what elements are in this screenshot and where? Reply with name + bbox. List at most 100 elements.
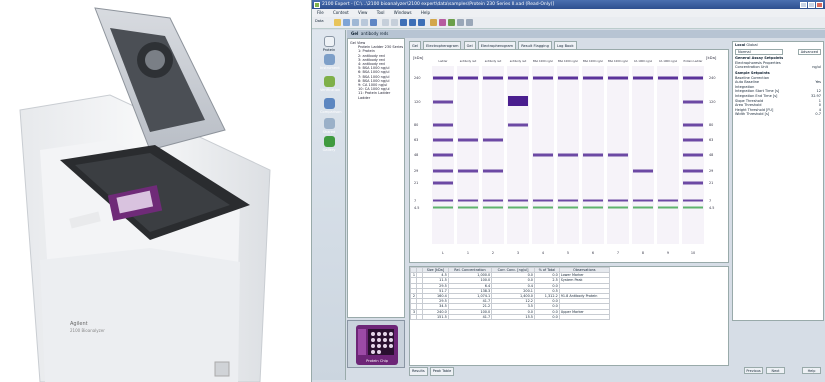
menu-file[interactable]: File	[317, 10, 324, 15]
protein-chip-icon: Protein Chip	[356, 325, 398, 365]
pause-icon[interactable]	[418, 19, 425, 26]
compare-icon[interactable]	[439, 19, 446, 26]
gel-lane[interactable]	[657, 66, 679, 244]
property-key: Concentration Unit	[735, 65, 768, 70]
tab-results[interactable]: Results	[409, 367, 428, 376]
menu-tool[interactable]: Tool	[377, 10, 385, 15]
property-row[interactable]: Width Threshold [s] 0.7	[735, 112, 821, 117]
property-value[interactable]: 0.7	[815, 112, 821, 117]
toolbar: Data	[312, 17, 825, 29]
stop-icon[interactable]	[409, 19, 416, 26]
lane-number: 7	[617, 251, 619, 255]
next-button[interactable]: Next	[766, 367, 785, 374]
table-cell: 0.0	[533, 313, 560, 321]
lane-header: BSA 1000 ng/ul	[558, 59, 578, 63]
model-label: 2100 Bioanalyzer	[70, 328, 105, 333]
tab-gel-2[interactable]: Gel	[463, 41, 476, 49]
tab-gel[interactable]: Gel	[409, 41, 421, 49]
export-icon[interactable]	[448, 19, 455, 26]
gel-lane[interactable]	[632, 66, 654, 244]
close-button[interactable]	[816, 1, 823, 8]
gel-view: [kDa] [kDa] Ladder Lantibody red 1 antibody…	[409, 49, 729, 263]
gel-band	[433, 199, 453, 202]
nav-shared[interactable]: Shared	[320, 118, 338, 134]
protein-icon	[323, 36, 335, 47]
tab-electropherogram-2[interactable]: Electropherogram	[477, 41, 517, 49]
gel-lane[interactable]	[507, 66, 529, 244]
ladder-size-label: 240	[414, 76, 420, 80]
gel-band	[608, 76, 628, 80]
property-row[interactable]: Concentration Unit ng/ul	[735, 65, 821, 70]
gel-band	[683, 169, 703, 173]
tab-local[interactable]: Local	[735, 43, 745, 47]
lane-header: CA 1000 ng/ul	[634, 59, 653, 63]
menu-help[interactable]: Help	[421, 10, 430, 15]
nav-verification[interactable]: Verification	[320, 76, 340, 92]
gel-lane[interactable]	[457, 66, 479, 244]
print-icon[interactable]	[352, 19, 359, 26]
right-unit-label: [kDa]	[706, 55, 717, 60]
nav-gallery[interactable]: Gallery	[320, 136, 338, 152]
ladder-size-label: 63	[414, 138, 418, 142]
chip-label: Protein Chip	[366, 359, 389, 363]
ladder-size-label: 120	[414, 100, 420, 104]
gel-lane[interactable]	[482, 66, 504, 244]
lane-number: 4	[542, 251, 544, 255]
left-unit-label: [kDa]	[413, 55, 424, 60]
minimize-button[interactable]	[800, 1, 807, 8]
filter-icon[interactable]	[430, 19, 437, 26]
settings-icon[interactable]	[457, 19, 464, 26]
menu-bar: File Context View Tool Windows Help	[312, 9, 825, 17]
sample-tree: Gel View Protein Ladder 230 Series II.xa…	[347, 38, 405, 318]
lane-header: antibody red	[460, 59, 477, 63]
nav-instrument[interactable]: Instrument	[320, 54, 340, 70]
gel-band	[683, 181, 703, 185]
gel-band	[433, 169, 453, 173]
nav-protein[interactable]: Protein	[320, 36, 338, 52]
file-tab-bar: Gel antibody reds	[347, 30, 825, 38]
mode-select[interactable]: Normal	[735, 48, 783, 56]
file-tab[interactable]: Gel	[351, 31, 358, 36]
ladder-size-label: 120	[709, 100, 715, 104]
lane-number: 6	[592, 251, 594, 255]
table-row[interactable]: 151.5 41.7 15.5 0.0	[410, 313, 611, 321]
nav-comparison[interactable]: Comparison	[320, 98, 342, 114]
gel-band	[633, 76, 653, 80]
help-icon[interactable]	[466, 19, 473, 26]
gel-band	[533, 153, 553, 157]
gel-band	[658, 76, 678, 80]
ladder-size-label: 4.5	[709, 206, 714, 210]
tab-log-book[interactable]: Log Book	[554, 41, 577, 49]
zoom-in-icon[interactable]	[382, 19, 389, 26]
gel-view-icon[interactable]	[370, 19, 377, 26]
col-corr-conc[interactable]: Corr. Conc. [ng/ul]	[491, 267, 535, 274]
menu-windows[interactable]: Windows	[394, 10, 412, 15]
open-icon[interactable]	[334, 19, 341, 26]
property-value[interactable]: Yes	[815, 80, 821, 85]
zoom-out-icon[interactable]	[391, 19, 398, 26]
advanced-button[interactable]: Advanced	[797, 48, 821, 56]
lane-header: BSA 1000 ng/ul	[608, 59, 628, 63]
save-icon[interactable]	[343, 19, 350, 26]
tab-result-flagging[interactable]: Result Flagging	[518, 41, 552, 49]
maximize-button[interactable]	[808, 1, 815, 8]
run-icon[interactable]	[400, 19, 407, 26]
gel-band	[433, 206, 453, 209]
menu-view[interactable]: View	[358, 10, 368, 15]
lane-number: L	[442, 251, 444, 255]
property-value[interactable]: ng/ul	[812, 65, 821, 70]
gel-band	[683, 76, 703, 80]
gel-band	[608, 206, 628, 209]
help-button[interactable]: Help	[802, 367, 821, 374]
copy-icon[interactable]	[361, 19, 368, 26]
tab-peak-table[interactable]: Peak Table	[429, 367, 455, 376]
properties-pane: Local Global Normal Advanced General Ass…	[732, 41, 824, 321]
col-rel-conc[interactable]: Rel. Concentration	[447, 267, 493, 274]
tab-global[interactable]: Global	[746, 43, 757, 47]
gel-band	[533, 206, 553, 209]
previous-button[interactable]: Previous	[744, 367, 763, 374]
tab-electropherogram[interactable]: Electropherogram	[423, 41, 462, 49]
ladder-size-label: 48	[709, 153, 713, 157]
menu-context[interactable]: Context	[333, 10, 349, 15]
tree-item[interactable]: Ladder	[350, 96, 402, 100]
